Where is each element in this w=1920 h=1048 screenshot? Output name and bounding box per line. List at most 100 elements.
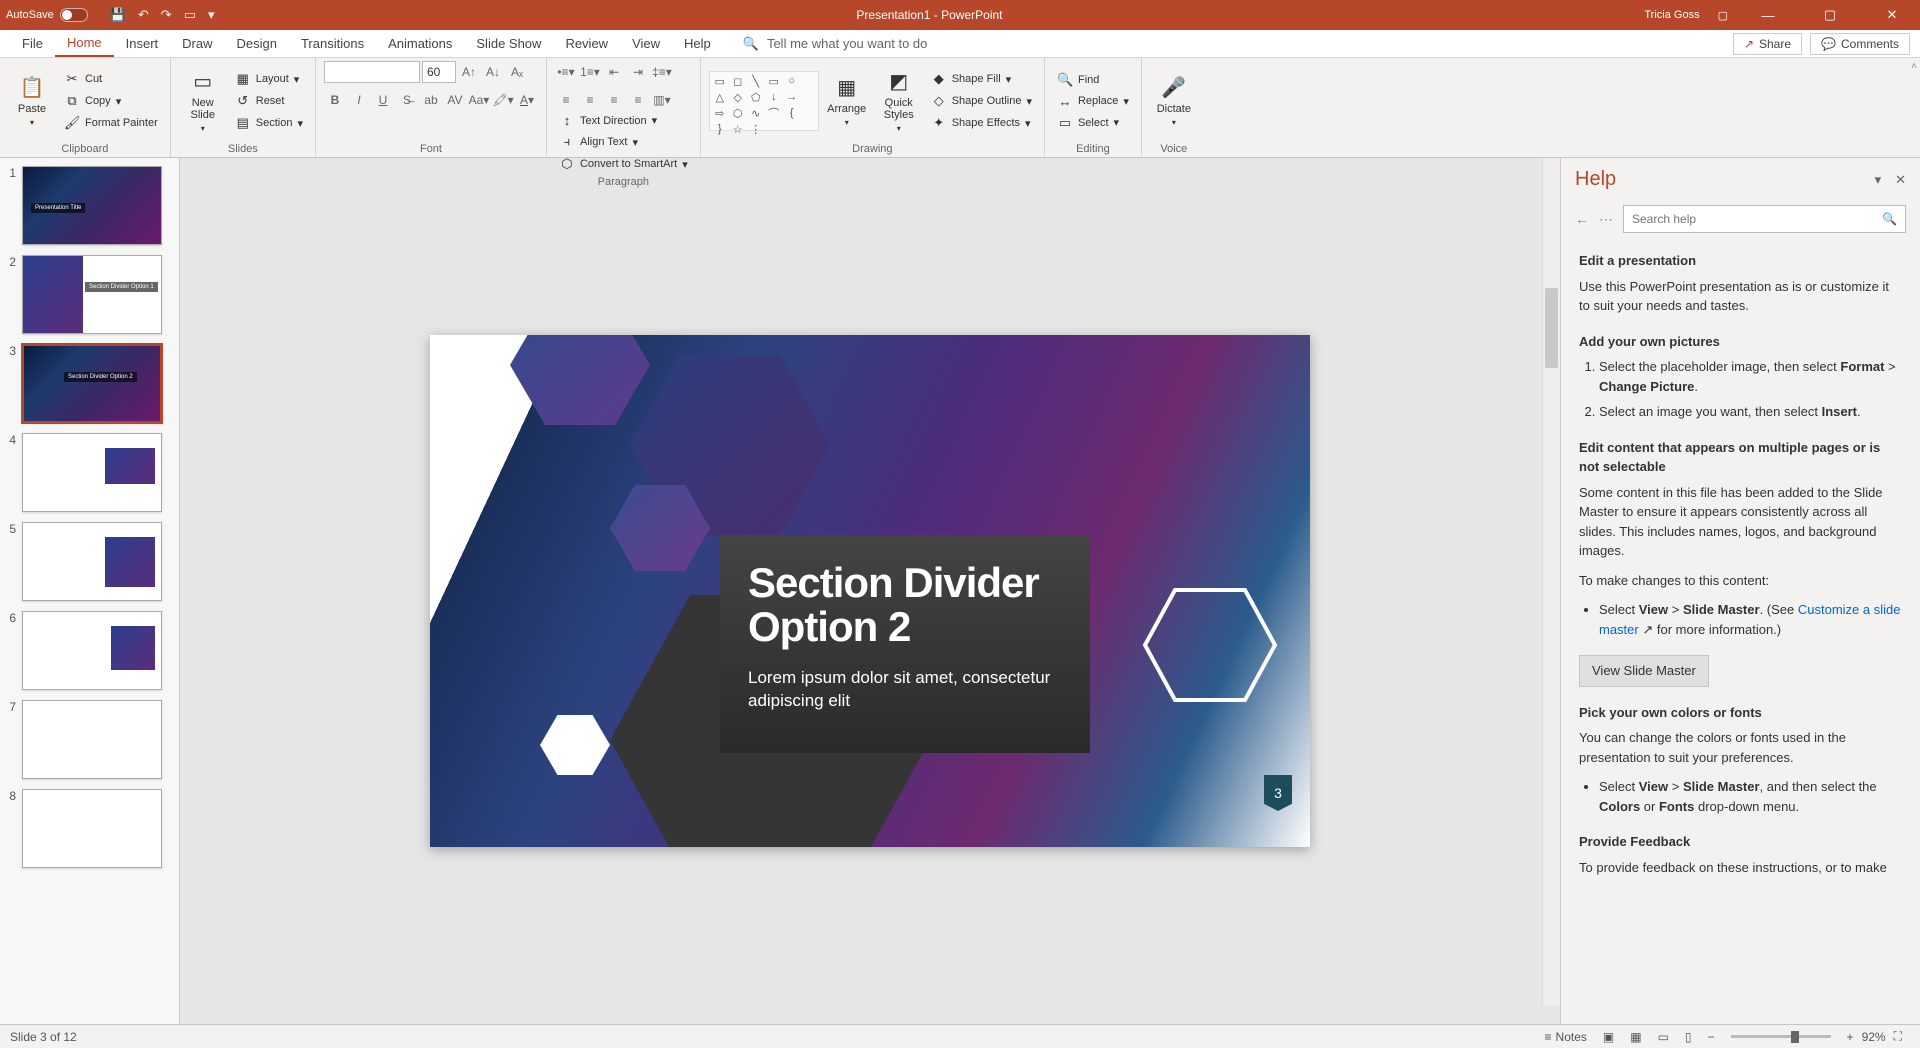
highlight-color-button[interactable]: 🖍▾ (492, 89, 514, 111)
new-slide-button[interactable]: ▭ New Slide ▾ (179, 67, 227, 135)
zoom-level[interactable]: 92% (1862, 1030, 1886, 1044)
dictate-button[interactable]: 🎤 Dictate ▾ (1150, 67, 1198, 135)
tab-home[interactable]: Home (55, 30, 114, 57)
zoom-in-button[interactable]: + (1839, 1030, 1862, 1044)
font-name-input[interactable] (324, 61, 420, 83)
tab-transitions[interactable]: Transitions (289, 30, 376, 57)
tab-design[interactable]: Design (225, 30, 289, 57)
slide-thumbnail-1[interactable]: Presentation Title (22, 166, 162, 245)
shapes-gallery[interactable]: ▭◻╲▭○△ ◇⬠↓→⇨⬡ ∿⌒{}☆⋮ (709, 71, 819, 131)
align-text-button[interactable]: ⫞Align Text▾ (555, 132, 692, 152)
scrollbar-handle[interactable] (1545, 288, 1558, 368)
minimize-button[interactable]: — (1746, 8, 1790, 23)
section-button[interactable]: ▤Section▾ (231, 113, 307, 133)
slideshow-view-button[interactable]: ▯ (1677, 1030, 1700, 1044)
format-painter-button[interactable]: 🖌Format Painter (60, 113, 162, 133)
align-left-button[interactable]: ≡ (555, 89, 577, 111)
tab-draw[interactable]: Draw (170, 30, 224, 57)
underline-button[interactable]: U (372, 89, 394, 111)
change-case-button[interactable]: Aa▾ (468, 89, 490, 111)
copy-button[interactable]: ⧉Copy▾ (60, 91, 162, 111)
layout-button[interactable]: ▦Layout▾ (231, 69, 307, 89)
quick-styles-button[interactable]: ◩ Quick Styles ▾ (875, 67, 923, 135)
slide-thumbnail-7[interactable] (22, 700, 162, 779)
notes-button[interactable]: ≡Notes (1537, 1030, 1595, 1044)
cut-button[interactable]: ✂Cut (60, 69, 162, 89)
tab-view[interactable]: View (620, 30, 672, 57)
align-center-button[interactable]: ≡ (579, 89, 601, 111)
start-from-beginning-icon[interactable]: ▭ (184, 7, 196, 23)
font-size-input[interactable]: 60 (422, 61, 456, 83)
undo-icon[interactable]: ↶ (138, 7, 149, 23)
slide-counter[interactable]: Slide 3 of 12 (10, 1030, 77, 1044)
thumbnail-pane[interactable]: 1 Presentation Title 2 Section Divider O… (0, 158, 180, 1024)
close-button[interactable]: ✕ (1870, 7, 1914, 23)
align-right-button[interactable]: ≡ (603, 89, 625, 111)
tab-help[interactable]: Help (672, 30, 723, 57)
zoom-out-button[interactable]: − (1700, 1030, 1723, 1044)
normal-view-button[interactable]: ▣ (1595, 1030, 1622, 1044)
help-search-input[interactable] (1632, 212, 1882, 226)
slide-thumbnail-5[interactable] (22, 522, 162, 601)
line-spacing-button[interactable]: ‡≡▾ (651, 61, 673, 83)
tab-insert[interactable]: Insert (114, 30, 171, 57)
justify-button[interactable]: ≡ (627, 89, 649, 111)
autosave-toggle[interactable]: AutoSave (6, 8, 88, 22)
zoom-knob[interactable] (1791, 1031, 1799, 1043)
reset-button[interactable]: ↺Reset (231, 91, 307, 111)
slide-canvas[interactable]: Section Divider Option 2 Lorem ipsum dol… (430, 335, 1310, 847)
maximize-button[interactable]: ▢ (1808, 7, 1852, 23)
shape-outline-button[interactable]: ◇Shape Outline▾ (927, 91, 1036, 111)
bold-button[interactable]: B (324, 89, 346, 111)
slide-thumbnail-6[interactable] (22, 611, 162, 690)
view-slide-master-button[interactable]: View Slide Master (1579, 655, 1709, 687)
increase-font-icon[interactable]: A↑ (458, 61, 480, 83)
strikethrough-button[interactable]: S̶ (396, 89, 418, 111)
decrease-font-icon[interactable]: A↓ (482, 61, 504, 83)
italic-button[interactable]: I (348, 89, 370, 111)
task-pane-options-icon[interactable]: ▾ (1875, 172, 1882, 188)
fit-to-window-button[interactable]: ⛶ (1886, 1029, 1910, 1044)
zoom-slider[interactable] (1731, 1035, 1831, 1038)
slide-thumbnail-8[interactable] (22, 789, 162, 868)
character-spacing-button[interactable]: AV (444, 89, 466, 111)
tab-file[interactable]: File (10, 30, 55, 57)
close-pane-icon[interactable]: ✕ (1895, 172, 1906, 188)
clear-formatting-icon[interactable]: Aₓ (506, 61, 528, 83)
slide-body[interactable]: Lorem ipsum dolor sit amet, consectetur … (748, 667, 1062, 713)
vertical-scrollbar[interactable] (1542, 158, 1560, 1006)
share-button[interactable]: ↗Share (1733, 33, 1802, 55)
shape-fill-button[interactable]: ◆Shape Fill▾ (927, 69, 1036, 89)
decrease-indent-button[interactable]: ⇤ (603, 61, 625, 83)
select-button[interactable]: ▭Select▾ (1053, 113, 1133, 133)
replace-button[interactable]: ↔Replace▾ (1053, 92, 1133, 111)
font-color-button[interactable]: A▾ (516, 89, 538, 111)
search-icon[interactable]: 🔍 (1882, 212, 1897, 226)
slide-title[interactable]: Section Divider Option 2 (748, 561, 1062, 649)
bullets-button[interactable]: •≡▾ (555, 61, 577, 83)
help-more-icon[interactable]: ⋯ (1599, 211, 1613, 228)
tab-animations[interactable]: Animations (376, 30, 464, 57)
slide-title-box[interactable]: Section Divider Option 2 Lorem ipsum dol… (720, 535, 1090, 753)
paste-button[interactable]: 📋 Paste ▾ (8, 67, 56, 135)
increase-indent-button[interactable]: ⇥ (627, 61, 649, 83)
slide-thumbnail-3[interactable]: Section Divider Option 2 (22, 344, 162, 423)
help-search-box[interactable]: 🔍 (1623, 205, 1906, 233)
save-icon[interactable]: 💾 (110, 7, 126, 23)
user-name[interactable]: Tricia Goss (1644, 9, 1699, 21)
text-direction-button[interactable]: ↕Text Direction▾ (555, 111, 692, 130)
help-content[interactable]: Edit a presentation Use this PowerPoint … (1561, 237, 1920, 1024)
collapse-ribbon-icon[interactable]: ˄ (1911, 61, 1917, 72)
canvas-scroll[interactable]: Section Divider Option 2 Lorem ipsum dol… (180, 158, 1560, 1024)
tab-slideshow[interactable]: Slide Show (464, 30, 553, 57)
tell-me-search[interactable]: 🔍 Tell me what you want to do (743, 36, 928, 52)
numbering-button[interactable]: 1≡▾ (579, 61, 601, 83)
tab-review[interactable]: Review (553, 30, 620, 57)
arrange-button[interactable]: ▦ Arrange ▾ (823, 67, 871, 135)
shadow-button[interactable]: ab (420, 89, 442, 111)
toggle-off-icon[interactable] (60, 8, 88, 22)
slide-thumbnail-4[interactable] (22, 433, 162, 512)
ribbon-display-options-icon[interactable]: ▢ (1718, 9, 1728, 22)
reading-view-button[interactable]: ▭ (1650, 1030, 1677, 1044)
redo-icon[interactable]: ↷ (161, 7, 172, 23)
